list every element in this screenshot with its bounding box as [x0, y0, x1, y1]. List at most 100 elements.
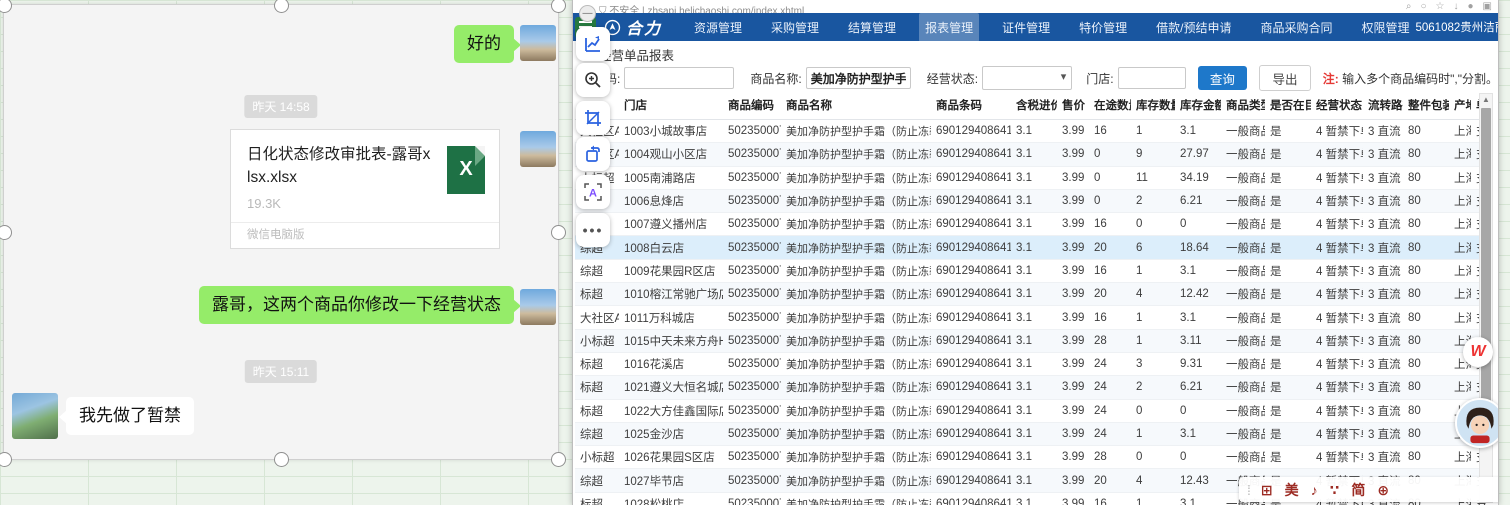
search-button[interactable]: 查询	[1198, 66, 1248, 90]
scroll-up-icon[interactable]: ▲	[1480, 95, 1492, 104]
table-cell: 3 直流	[1363, 283, 1403, 306]
table-cell: 6901294086418	[931, 306, 1011, 329]
table-cell: 美加净防护型护手霜（防止冻裂）30g	[781, 166, 931, 189]
table-cell: 3 直流	[1363, 329, 1403, 352]
table-cell: 3.99	[1057, 236, 1089, 259]
ime-icon-1[interactable]: 美	[1285, 483, 1299, 497]
table-cell: 标超	[575, 492, 619, 505]
table-row[interactable]: 标超1016花溪店502350007美加净防护型护手霜（防止冻裂）30g6901…	[575, 352, 1493, 375]
store-input[interactable]	[1118, 67, 1186, 89]
table-cell: 标超	[575, 376, 619, 399]
table-cell: 24	[1089, 352, 1131, 375]
table-row[interactable]: 大社区A1003小城故事店502350007美加净防护型护手霜（防止冻裂）30g…	[575, 120, 1493, 143]
ime-icon-5[interactable]: ⊕	[1377, 483, 1389, 497]
table-cell: 0	[1089, 143, 1131, 166]
status-select[interactable]: ▾	[982, 66, 1072, 90]
table-row[interactable]: 综超1008白云店502350007美加净防护型护手霜（防止冻裂）30g6901…	[575, 236, 1493, 259]
name-input[interactable]	[806, 67, 911, 89]
snip-ocr-button[interactable]: A	[576, 175, 610, 209]
nav-item-7[interactable]: 商品采购合同	[1254, 13, 1338, 42]
ime-icon-2[interactable]: ♪	[1311, 483, 1318, 497]
table-cell: 美加净防护型护手霜（防止冻裂）30g	[781, 399, 931, 422]
selection-handle[interactable]	[0, 452, 12, 467]
ime-icon-4[interactable]: 简	[1351, 483, 1365, 497]
snip-crop-button[interactable]	[576, 101, 610, 135]
ime-drag-handle[interactable]: ⁞	[1247, 483, 1251, 497]
column-header: 含税进价	[1011, 91, 1057, 120]
brand-name: 合力	[626, 15, 662, 39]
table-cell: 3 直流	[1363, 376, 1403, 399]
table-cell: 3.99	[1057, 213, 1089, 236]
nav-item-1[interactable]: 采购管理	[765, 13, 825, 42]
avatar-self	[520, 25, 556, 61]
table-cell: 1016花溪店	[619, 352, 723, 375]
table-row[interactable]: 综超1009花果园R区店502350007美加净防护型护手霜（防止冻裂）30g6…	[575, 259, 1493, 282]
nav-item-3[interactable]: 报表管理	[919, 13, 979, 42]
table-cell: 美加净防护型护手霜（防止冻裂）30g	[781, 213, 931, 236]
file-title: 日化状态修改审批表-露哥xlsx.xlsx	[247, 143, 432, 190]
table-row[interactable]: 综超1025金沙店502350007美加净防护型护手霜（防止冻裂）30g6901…	[575, 422, 1493, 445]
ime-icon-0[interactable]: ⊞	[1261, 483, 1273, 497]
table-cell: 美加净防护型护手霜（防止冻裂）30g	[781, 376, 931, 399]
nav-item-8[interactable]: 权限管理	[1355, 13, 1415, 42]
table-cell: 502350007	[723, 376, 781, 399]
table-cell: 3 直流	[1363, 422, 1403, 445]
ime-toolbar[interactable]: ⁞ ⊞ 美 ♪ ∵ 简 ⊕	[1239, 477, 1499, 502]
table-row[interactable]: 综超1007遵义播州店502350007美加净防护型护手霜（防止冻裂）30g69…	[575, 213, 1493, 236]
table-row[interactable]: 大社区A1004观山小区店502350007美加净防护型护手霜（防止冻裂）30g…	[575, 143, 1493, 166]
nav-item-4[interactable]: 证件管理	[996, 13, 1056, 42]
table-cell: 3.1	[1011, 446, 1057, 469]
snip-chart-button[interactable]	[576, 27, 610, 61]
table-row[interactable]: 标超1010榕江常驰广场店502350007美加净防护型护手霜（防止冻裂）30g…	[575, 283, 1493, 306]
table-cell: 3.99	[1057, 469, 1089, 492]
selection-handle[interactable]	[551, 452, 566, 467]
snip-more-button[interactable]: •••	[576, 213, 610, 247]
selection-handle[interactable]	[551, 225, 566, 240]
chevron-down-icon: ▾	[1061, 70, 1067, 83]
svg-text:A: A	[589, 188, 597, 200]
table-cell: 6901294086418	[931, 329, 1011, 352]
nav-item-0[interactable]: 资源管理	[688, 13, 748, 42]
snip-copy-button[interactable]	[576, 137, 610, 171]
table-cell: 3.1	[1175, 492, 1221, 505]
nav-item-2[interactable]: 结算管理	[842, 13, 902, 42]
table-cell: 3.1	[1011, 422, 1057, 445]
file-message-card[interactable]: 日化状态修改审批表-露哥xlsx.xlsx X 19.3K 微信电脑版	[230, 129, 500, 249]
table-row[interactable]: 大社区A1011万科城店502350007美加净防护型护手霜（防止冻裂）30g6…	[575, 306, 1493, 329]
snip-minimize-button[interactable]: —	[579, 5, 596, 22]
table-cell: 标超	[575, 283, 619, 306]
table-cell: 6901294086418	[931, 469, 1011, 492]
export-button[interactable]: 导出	[1259, 65, 1311, 91]
excel-file-icon: X	[447, 146, 485, 194]
table-cell: 502350007	[723, 283, 781, 306]
ime-icon-3[interactable]: ∵	[1330, 483, 1340, 497]
top-navbar: 合力 资源管理采购管理结算管理报表管理证件管理特价管理借款/预结申请商品采购合同…	[573, 13, 1498, 41]
table-cell: 502350007	[723, 352, 781, 375]
column-header: 门店	[619, 91, 723, 120]
assistant-avatar[interactable]	[1455, 398, 1499, 448]
snip-zoom-button[interactable]	[576, 63, 610, 97]
wps-widget[interactable]: W	[1463, 337, 1493, 367]
file-source: 微信电脑版	[231, 222, 499, 248]
browser-toolbar-icons[interactable]: ⌕○☆ ↓●▣	[1406, 1, 1492, 12]
nav-item-5[interactable]: 特价管理	[1073, 13, 1133, 42]
table-row[interactable]: 小标超1015中天未来方舟H4店502350007美加净防护型护手霜（防止冻裂）…	[575, 329, 1493, 352]
table-cell: 是	[1265, 446, 1311, 469]
table-row[interactable]: 小标超1005南浦路店502350007美加净防护型护手霜（防止冻裂）30g69…	[575, 166, 1493, 189]
tab-report-name[interactable]: 经营单品报表	[599, 45, 674, 64]
erp-window: ⛉ 不安全 | zhsapi.helichaoshi.com/index.xht…	[572, 0, 1499, 505]
table-row[interactable]: 综超1006息烽店502350007美加净防护型护手霜（防止冻裂）30g6901…	[575, 189, 1493, 212]
selection-handle[interactable]	[551, 0, 566, 13]
nav-item-6[interactable]: 借款/预结申请	[1150, 13, 1237, 42]
company-name[interactable]: 5061082贵州洁丽达贸易有限责任公司	[1415, 19, 1499, 35]
table-row[interactable]: 小标超1026花果园S区店502350007美加净防护型护手霜（防止冻裂）30g…	[575, 446, 1493, 469]
table-header-row: 门店商品编码商品名称商品条码含税进价售价在途数量库存数量库存金额商品类型是否在目…	[575, 91, 1493, 120]
table-cell: 27.97	[1175, 143, 1221, 166]
selection-handle[interactable]	[274, 452, 289, 467]
tab-bar: 经营单品报表	[573, 41, 1498, 64]
table-cell: 3.99	[1057, 259, 1089, 282]
table-row[interactable]: 标超1021遵义大恒名城店502350007美加净防护型护手霜（防止冻裂）30g…	[575, 376, 1493, 399]
table-row[interactable]: 标超1022大方佳鑫国际店502350007美加净防护型护手霜（防止冻裂）30g…	[575, 399, 1493, 422]
code-input[interactable]	[624, 67, 734, 89]
ime-icons[interactable]: ⊞ 美 ♪ ∵ 简 ⊕	[1261, 483, 1389, 497]
